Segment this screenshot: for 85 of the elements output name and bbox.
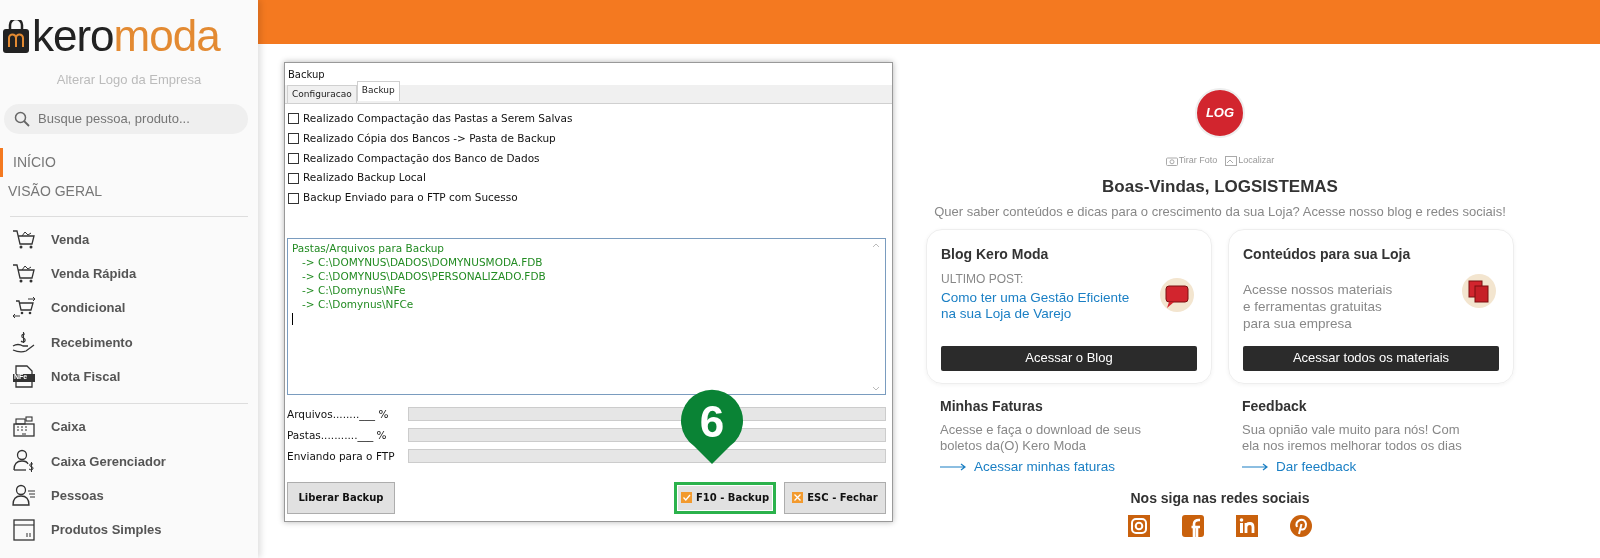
logo-text: kero xyxy=(32,14,114,58)
checkbox[interactable] xyxy=(288,192,299,204)
box-icon xyxy=(12,518,36,542)
log-line: -> C:\Domynus\NFe xyxy=(301,283,407,297)
menu-item-label: Pessoas xyxy=(51,486,104,505)
progress-label: Arquivos........___ % xyxy=(287,406,390,423)
checkbox[interactable] xyxy=(288,113,299,125)
search-field[interactable]: Busque pessoa, produto... xyxy=(4,103,248,134)
section-link[interactable]: Acessar minhas faturas xyxy=(940,458,1116,475)
section-title: Feedback xyxy=(1242,396,1308,416)
welcome-subtitle: Quer saber conteúdos e dicas para o crescimento da sua Loja? Acesse nosso blog e redes sociais! xyxy=(934,203,1506,221)
log-line: -> C:\DOMYNUS\DADOS\PERSONALIZADO.FDB xyxy=(301,269,547,283)
cart-arrows-icon xyxy=(12,296,36,321)
menu-item[interactable]: Caixa Gerenciador xyxy=(0,444,258,479)
arrow-right-icon xyxy=(1242,462,1268,471)
card-title: Blog Kero Moda xyxy=(941,244,1050,264)
section-text: Acesse e faça o download de seus boletos da(O) Kero Moda xyxy=(940,421,1142,454)
checkbox-label: Realizado Cópia dos Bancos -> Pasta de Backup xyxy=(303,130,556,146)
linkedin-icon[interactable] xyxy=(1236,514,1258,537)
log-line: -> C:\DOMYNUS\DADOS\DOMYNUSMODA.FDB xyxy=(301,255,544,269)
camera-icon xyxy=(1165,155,1178,166)
section-text: Sua opnião vale muito para nós! Com ela nos iremos melhorar todos os dias xyxy=(1242,421,1463,454)
log-text-area[interactable]: Pastas/Arquivos para Backup -> C:\DOMYNUS\DADOS\DOMYNUSMODA.FDB -> C:\DOMYNUS\DADOS\PERSONALIZADO.FDB -> C:\Domynus\NFe -> C:\Domynus\NFCe xyxy=(287,238,886,395)
checkbox[interactable] xyxy=(288,172,299,184)
person-list-icon xyxy=(12,483,36,508)
post-link[interactable]: Como ter uma Gestão Eficiente na sua Loja de Varejo xyxy=(941,289,1141,322)
log-line: Pastas/Arquivos para Backup xyxy=(292,241,445,255)
step-number: 6 xyxy=(699,400,725,448)
image-icon xyxy=(1225,155,1238,166)
post-caption: ULTIMO POST: xyxy=(941,270,1025,287)
card-title: Conteúdos para sua Loja xyxy=(1243,244,1412,264)
menu-item[interactable]: Produtos Simples xyxy=(0,512,258,548)
card-text: Acesse nossos materiais e ferramentas gratuitas para sua empresa xyxy=(1243,280,1394,332)
card-button[interactable]: Acessar o Blog xyxy=(941,345,1197,371)
menu-item-label: Venda xyxy=(51,230,90,249)
dialog-button[interactable]: Liberar Backup xyxy=(287,482,395,514)
tab[interactable]: Configuracao xyxy=(287,84,357,103)
hand-money-icon xyxy=(12,330,36,355)
nav-section[interactable]: INÍCIO xyxy=(0,147,258,177)
welcome-title: Boas-Vindas, LOGSISTEMAS xyxy=(1102,175,1338,198)
checkbox[interactable] xyxy=(288,153,299,164)
document-icon xyxy=(12,364,36,389)
check-icon xyxy=(680,492,692,504)
menu-item[interactable]: Venda xyxy=(0,222,258,257)
menu-item[interactable]: Pessoas xyxy=(0,478,258,513)
instagram-icon[interactable] xyxy=(1128,514,1150,537)
nav-section[interactable]: VISÃO GERAL xyxy=(0,176,258,206)
progress-label: Pastas...........___ % xyxy=(287,427,388,444)
close-icon xyxy=(792,492,804,504)
dialog-title: Backup xyxy=(287,68,326,82)
menu-item[interactable]: Recebimento xyxy=(0,325,258,360)
section-title: Minhas Faturas xyxy=(940,396,1044,416)
menu-item-label: Nota Fiscal xyxy=(51,368,121,387)
company-logo-text: LOG xyxy=(1205,104,1235,123)
checkbox-label: Realizado Compactação das Pastas a Serem Salvas xyxy=(303,111,573,126)
checkbox-label: Realizado Backup Local xyxy=(303,170,426,186)
section-link[interactable]: Dar feedback xyxy=(1242,458,1357,475)
arrow-right-icon xyxy=(940,462,966,471)
text-cursor xyxy=(292,313,293,325)
search-icon xyxy=(14,110,30,127)
menu-item[interactable]: Caixa xyxy=(0,410,258,445)
checkbox[interactable] xyxy=(288,133,299,145)
menu-item-label: Caixa Gerenciador xyxy=(51,452,166,471)
close-button[interactable]: ESC - Fechar xyxy=(784,482,886,514)
cash-register-icon xyxy=(12,415,36,440)
tab[interactable]: Backup xyxy=(356,80,400,101)
menu-item-label: Recebimento xyxy=(51,333,133,352)
person-money-icon xyxy=(12,449,36,474)
menu-item-label: Produtos Simples xyxy=(51,521,162,540)
pinterest-icon[interactable] xyxy=(1290,514,1312,537)
checkbox-label: Realizado Compactação dos Banco de Dados xyxy=(303,150,540,166)
shopping-bag-icon xyxy=(2,20,30,54)
logo-text: moda xyxy=(113,14,220,58)
menu-item-label: Venda Rápida xyxy=(51,265,137,284)
menu-item[interactable]: Condicional xyxy=(0,291,258,326)
menu-item-label: Caixa xyxy=(51,418,86,437)
dialog-button[interactable]: F10 - Backup xyxy=(674,482,776,514)
card-button[interactable]: Acessar todos os materiais xyxy=(1243,345,1499,371)
progress-label: Enviando para o FTP xyxy=(287,448,396,464)
menu-item[interactable]: Venda Rápida xyxy=(0,256,258,292)
checkbox-label: Backup Enviado para o FTP com Sucesso xyxy=(303,190,518,206)
menu-item-label: Condicional xyxy=(51,299,126,318)
social-title: Nos siga nas redes sociais xyxy=(1130,488,1310,508)
log-line: -> C:\Domynus\NFCe xyxy=(301,297,415,311)
facebook-icon[interactable] xyxy=(1182,514,1204,537)
